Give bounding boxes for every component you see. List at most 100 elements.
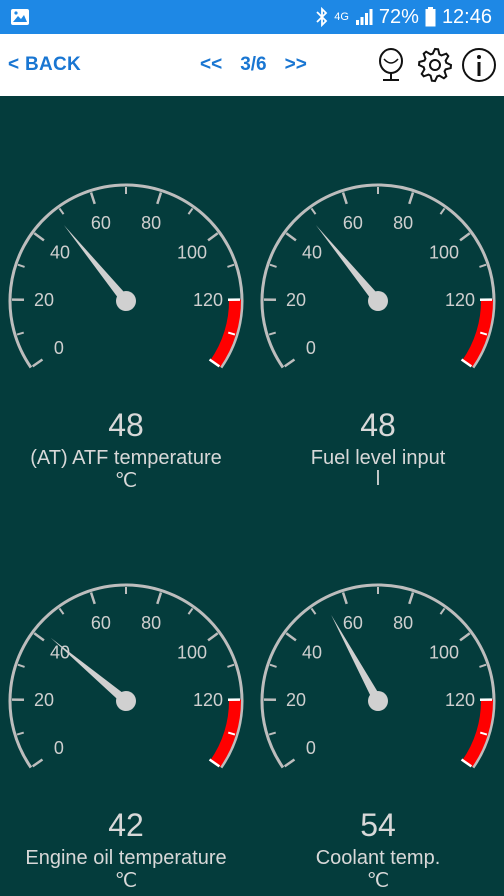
gauge-tick: [459, 632, 471, 642]
gauge-hub: [368, 291, 388, 311]
gauge-value: 42: [108, 807, 144, 843]
gauge-tick-label: 20: [34, 290, 54, 310]
gauge-needle: [50, 638, 129, 705]
gauge-tick-label: 20: [34, 690, 54, 710]
gauge-hub: [368, 691, 388, 711]
gauge-tick: [269, 263, 277, 268]
gauge-tick-label: 40: [302, 642, 322, 662]
gauge-tick-label: 0: [306, 738, 316, 758]
gauge-tick: [310, 607, 317, 615]
gauge-tick: [156, 192, 163, 205]
page-indicator: 3/6: [240, 54, 267, 75]
gauge-label: (AT) ATF temperature: [30, 447, 222, 469]
gauge-tick: [31, 358, 44, 368]
gauge-tick-label: 0: [54, 338, 64, 358]
gauge-tick: [31, 758, 44, 768]
gauge-arc: [260, 583, 496, 769]
voice-icon[interactable]: [372, 46, 410, 84]
gauge-tick: [479, 263, 487, 268]
gear-icon[interactable]: [416, 46, 454, 84]
gauge-tick-label: 20: [286, 690, 306, 710]
gauge-tick-label: 80: [393, 213, 413, 233]
gauge-tick-label: 80: [141, 213, 161, 233]
gauge-value: 48: [108, 407, 144, 443]
gauge-tick: [283, 358, 296, 368]
gauge-tick: [408, 592, 415, 605]
pager: << 3/6 >>: [200, 54, 307, 76]
gauge-tick: [156, 592, 163, 605]
gauge-tick: [16, 331, 25, 336]
gauge-label: Fuel level input: [310, 447, 446, 469]
gauge-tick: [58, 207, 65, 215]
status-bar: 4G 72% 12:46: [0, 0, 504, 34]
gauge-tick: [33, 632, 45, 642]
gauge-tick: [285, 632, 297, 642]
gauge-tick: [227, 663, 235, 668]
gauge-tick: [341, 592, 348, 605]
gauge-tick: [479, 663, 487, 668]
gauge-tick-label: 0: [306, 338, 316, 358]
gauge-tick: [89, 592, 96, 605]
gauge-tick: [207, 632, 219, 642]
gauge: 0 20 40 60 80 100 120 54 Coolant temp. ℃: [252, 574, 504, 892]
next-page-button[interactable]: >>: [285, 54, 307, 76]
gauge-tick-label: 60: [91, 613, 111, 633]
gauge-tick: [227, 263, 235, 268]
gauge-unit: l: [375, 468, 381, 490]
gauge-tick-label: 20: [286, 290, 306, 310]
gauge-tick: [283, 758, 296, 768]
gauge-tick-label: 60: [91, 213, 111, 233]
gauge-tick: [58, 607, 65, 615]
gauge: 0 20 40 60 80 100 120 48 (AT) ATF temperature …: [0, 174, 252, 492]
gauge-value: 54: [360, 807, 396, 843]
back-button[interactable]: < BACK: [8, 54, 81, 76]
prev-page-button[interactable]: <<: [200, 54, 222, 76]
gauge-hub: [116, 291, 136, 311]
network-4g-icon: 4G: [334, 11, 349, 23]
gauge-tick: [33, 232, 45, 242]
gauge-tick: [207, 232, 219, 242]
bluetooth-icon: [316, 7, 328, 27]
toolbar: < BACK << 3/6 >>: [0, 34, 504, 96]
gauge-arc: [8, 583, 244, 769]
gauge-tick: [16, 731, 25, 736]
gauge-tick: [268, 731, 277, 736]
gauge-tick: [285, 232, 297, 242]
gauge-tick-label: 100: [429, 242, 459, 262]
gauge-label: Engine oil temperature: [25, 847, 227, 869]
gauge-tick: [408, 192, 415, 205]
battery-icon: [425, 7, 436, 27]
gauge-arc: [260, 183, 496, 369]
gauge-arc: [8, 183, 244, 369]
gauge: 0 20 40 60 80 100 120 48 Fuel level input l: [252, 174, 504, 490]
gauge-tick-label: 0: [54, 738, 64, 758]
clock: 12:46: [441, 5, 492, 28]
gauge-tick-label: 120: [193, 690, 223, 710]
gauge-tick: [17, 663, 25, 668]
gauge-tick: [269, 663, 277, 668]
gauge-unit: ℃: [114, 470, 138, 492]
gauge-tick: [187, 607, 194, 615]
gauge: 0 20 40 60 80 100 120 42 Engine oil temperatur…: [0, 574, 252, 892]
gauge-tick-label: 80: [141, 613, 161, 633]
gauge-needle: [315, 225, 382, 304]
gauge-tick-label: 60: [343, 613, 363, 633]
gauge-tick-label: 120: [445, 690, 475, 710]
gauge-tick: [439, 207, 446, 215]
gauge-tick-label: 100: [429, 642, 459, 662]
gauge-tick-label: 80: [393, 613, 413, 633]
gauge-needle: [63, 225, 130, 304]
gauge-tick-label: 40: [50, 242, 70, 262]
info-icon[interactable]: [460, 46, 498, 84]
gauge-tick: [439, 607, 446, 615]
gauge-tick: [17, 263, 25, 268]
gauge-tick-label: 60: [343, 213, 363, 233]
gauge-tick-label: 120: [193, 290, 223, 310]
gauge-unit: ℃: [366, 870, 390, 892]
gauge-tick-label: 40: [302, 242, 322, 262]
gauge-hub: [116, 691, 136, 711]
image-icon: [11, 9, 29, 25]
battery-percent: 72%: [378, 5, 419, 28]
signal-icon: [355, 9, 373, 25]
gauge-tick: [89, 192, 96, 205]
